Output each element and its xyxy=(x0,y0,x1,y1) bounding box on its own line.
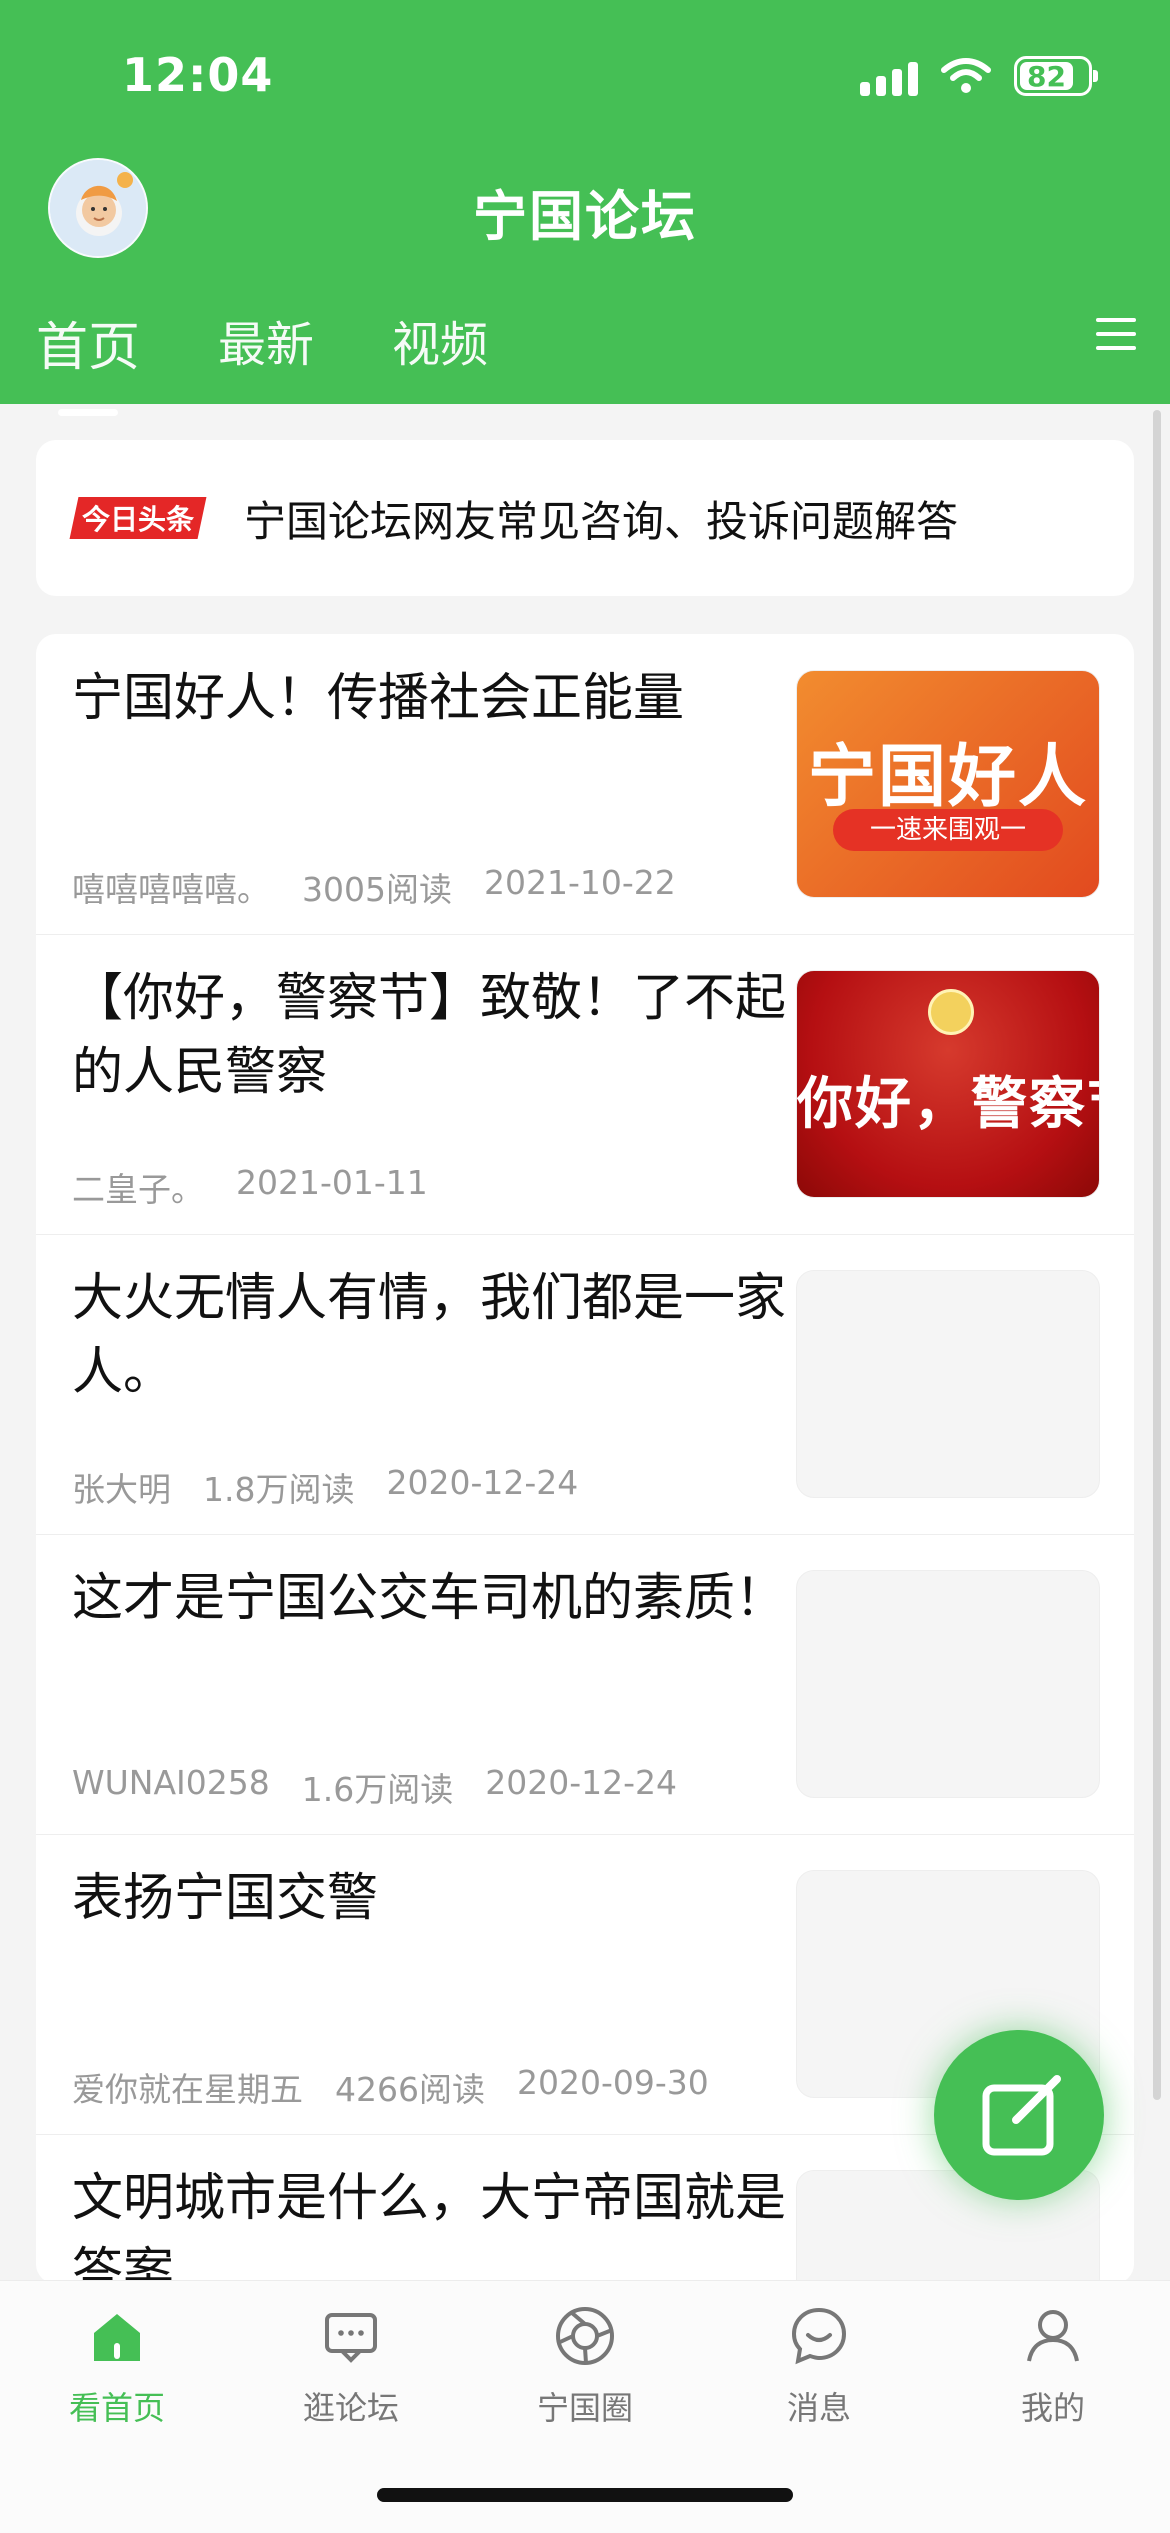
tab-home[interactable]: 首页 xyxy=(36,305,140,416)
app-title: 宁国论坛 xyxy=(473,185,697,248)
post-date: 2021-01-11 xyxy=(236,1163,428,1202)
post-thumbnail[interactable]: 你好，警察节 xyxy=(796,970,1100,1198)
post-author: 嘻嘻嘻嘻嘻。 xyxy=(72,870,270,909)
top-header: 12:04 82 宁国论坛 首页 最新 视频 xyxy=(0,0,1170,416)
wifi-icon xyxy=(941,58,991,93)
post-thumbnail[interactable] xyxy=(796,1270,1100,1498)
post-date: 2020-09-30 xyxy=(516,2063,709,2102)
new-post-button[interactable] xyxy=(934,2030,1104,2200)
post-meta: WUNAI0258 1.6万阅读 2020-12-24 xyxy=(72,1763,677,1811)
post-thumbnail[interactable] xyxy=(796,1570,1100,1798)
post-reads: 3005阅读 xyxy=(302,870,452,909)
nav-circle-label: 宁国圈 xyxy=(536,2389,633,2427)
post-author: WUNAI0258 xyxy=(72,1763,270,1802)
home-indicator xyxy=(377,2488,793,2502)
post-meta: 二皇子。 2021-01-11 xyxy=(72,1163,428,1211)
edit-icon xyxy=(982,2075,1061,2156)
tab-video[interactable]: 视频 xyxy=(392,305,488,380)
post-author: 二皇子。 xyxy=(72,1170,204,1209)
nav-profile-label: 我的 xyxy=(1020,2389,1085,2427)
signal-icon xyxy=(860,56,918,96)
post-item[interactable]: 这才是宁国公交车司机的素质！ WUNAI0258 1.6万阅读 2020-12-… xyxy=(36,1534,1134,1835)
nav-messages-label: 消息 xyxy=(786,2389,851,2427)
nav-home-label: 看首页 xyxy=(68,2389,165,2427)
post-reads: 4266阅读 xyxy=(335,2070,485,2109)
notice-text: 宁国论坛网友常见咨询、投诉问题解答 xyxy=(244,496,959,546)
message-bubble-icon xyxy=(791,2307,847,2365)
post-date: 2021-10-22 xyxy=(483,863,676,902)
thumbnail-title: 你好，警察节 xyxy=(797,1072,1099,1137)
forum-chat-icon xyxy=(325,2313,377,2363)
toutiao-badge-label: 今日头条 xyxy=(81,503,194,536)
nav-forum-label: 逛论坛 xyxy=(302,2389,399,2427)
nav-home[interactable]: 看首页 xyxy=(0,2305,234,2429)
post-meta: 张大明 1.8万阅读 2020-12-24 xyxy=(72,1463,578,1511)
nav-messages[interactable]: 消息 xyxy=(702,2305,936,2429)
battery-level: 82 xyxy=(1020,60,1074,93)
post-date: 2020-12-24 xyxy=(485,1763,678,1802)
post-item[interactable]: 【你好，警察节】致敬！了不起的人民警察 二皇子。 2021-01-11 你好，警… xyxy=(36,934,1134,1235)
toutiao-badge: 今日头条 xyxy=(69,497,207,539)
post-item[interactable]: 宁国好人！传播社会正能量 嘻嘻嘻嘻嘻。 3005阅读 2021-10-22 宁国… xyxy=(36,634,1134,935)
thumbnail-subtitle: 一速来围观一 xyxy=(833,809,1063,851)
post-author: 张大明 xyxy=(72,1470,171,1509)
post-date: 2020-12-24 xyxy=(386,1463,579,1502)
hamburger-menu-icon[interactable] xyxy=(1096,318,1136,358)
home-icon xyxy=(94,2314,140,2361)
top-tabs: 首页 最新 视频 xyxy=(36,305,488,416)
circle-aperture-icon xyxy=(556,2307,614,2365)
post-title: 【你好，警察节】致敬！了不起的人民警察 xyxy=(72,969,787,1102)
post-item[interactable]: 大火无情人有情，我们都是一家人。 张大明 1.8万阅读 2020-12-24 xyxy=(36,1234,1134,1535)
nav-profile[interactable]: 我的 xyxy=(936,2305,1170,2429)
post-title: 表扬宁国交警 xyxy=(72,1869,379,1928)
post-reads: 1.6万阅读 xyxy=(301,1770,454,1809)
post-meta: 嘻嘻嘻嘻嘻。 3005阅读 2021-10-22 xyxy=(72,863,676,911)
police-emblem-icon xyxy=(928,989,974,1035)
post-title: 宁国好人！传播社会正能量 xyxy=(72,669,685,728)
post-meta: 爱你就在星期五 4266阅读 2020-09-30 xyxy=(72,2063,709,2111)
post-reads: 1.8万阅读 xyxy=(203,1470,355,1509)
battery-icon: 82 xyxy=(1014,56,1098,96)
nav-circle[interactable]: 宁国圈 xyxy=(468,2305,702,2429)
status-time: 12:04 xyxy=(122,48,274,102)
nav-forum[interactable]: 逛论坛 xyxy=(234,2305,468,2429)
post-title: 大火无情人有情，我们都是一家人。 xyxy=(72,1269,787,1402)
notice-banner[interactable]: 今日头条 宁国论坛网友常见咨询、投诉问题解答 xyxy=(36,440,1134,596)
status-bar-right: 82 xyxy=(860,56,1098,96)
post-title: 文明城市是什么，大宁帝国就是答案 xyxy=(72,2169,787,2284)
thumbnail-title: 宁国好人 xyxy=(807,738,1088,817)
post-thumbnail[interactable]: 宁国好人 一速来围观一 xyxy=(796,670,1100,898)
scrollbar[interactable] xyxy=(1153,410,1161,2100)
post-author: 爱你就在星期五 xyxy=(72,2070,303,2109)
profile-icon xyxy=(1027,2310,1079,2362)
tab-latest[interactable]: 最新 xyxy=(218,305,314,380)
post-title: 这才是宁国公交车司机的素质！ xyxy=(72,1569,787,1628)
